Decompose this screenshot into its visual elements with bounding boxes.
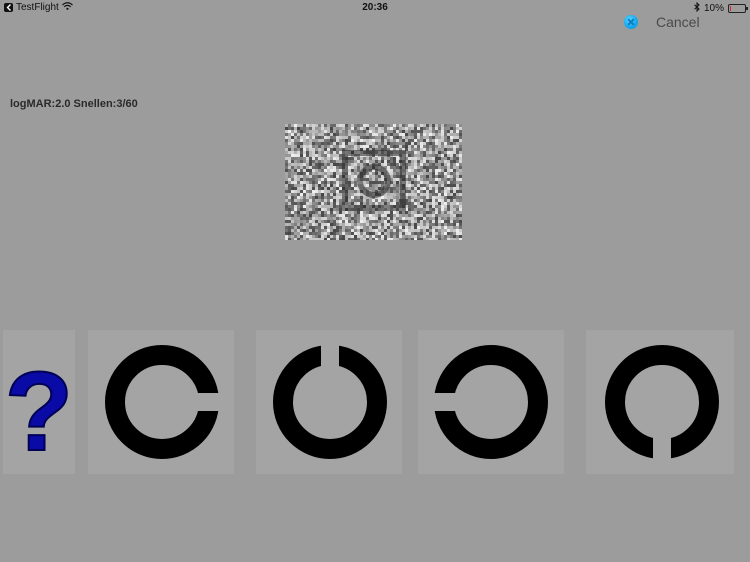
noise-pattern [285, 124, 462, 240]
landolt-c-up-icon [273, 338, 387, 459]
noise-stimulus [285, 124, 462, 240]
acuity-label: logMAR:2.0 Snellen:3/60 [10, 98, 138, 110]
cancel-area: Cancel [624, 14, 700, 30]
battery-level [730, 6, 731, 11]
choice-gap-left[interactable] [418, 330, 564, 474]
battery-percent: 10% [703, 3, 724, 14]
clear-circle-icon[interactable] [624, 15, 638, 29]
cancel-button[interactable]: Cancel [656, 14, 700, 30]
question-mark-glyph: ? [5, 349, 73, 474]
landolt-c-right-icon [105, 345, 224, 459]
choice-unknown[interactable]: ? [3, 330, 75, 474]
choice-gap-right[interactable] [88, 330, 234, 474]
landolt-c-down-icon [605, 345, 719, 466]
question-mark-icon: ? [4, 348, 74, 474]
landolt-c-left-icon [426, 345, 548, 459]
choice-gap-down[interactable] [586, 330, 734, 474]
choice-gap-up[interactable] [256, 330, 402, 474]
battery-icon [728, 4, 748, 13]
status-right: 10% [694, 1, 748, 15]
status-time: 20:36 [362, 2, 388, 13]
